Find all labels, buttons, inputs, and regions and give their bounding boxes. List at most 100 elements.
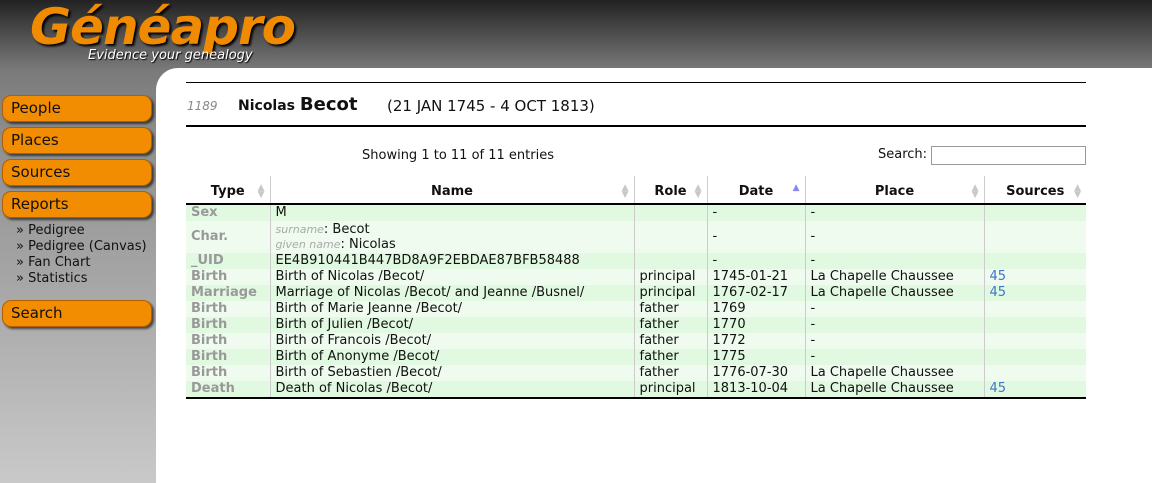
- cell-source: 45: [983, 381, 1086, 399]
- cell-type: Birth: [186, 269, 270, 285]
- cell-name: M: [269, 204, 634, 221]
- source-link[interactable]: 45: [990, 285, 1007, 300]
- cell-place: La Chapelle Chaussee: [804, 269, 984, 285]
- table-row: Birth Birth of Marie Jeanne /Becot/ fath…: [186, 301, 1086, 317]
- submenu-pedigree[interactable]: » Pedigree: [16, 223, 147, 239]
- cell-name: surname: Becot given name: Nicolas: [269, 221, 634, 253]
- cell-type: Birth: [186, 333, 270, 349]
- person-given-name: Nicolas: [238, 98, 296, 114]
- cell-type: Birth: [186, 317, 270, 333]
- site-header: Généapro Evidence your genealogy: [0, 0, 1152, 70]
- cell-name: Birth of Nicolas /Becot/: [269, 269, 634, 285]
- source-link[interactable]: 45: [990, 381, 1007, 396]
- table-search: Search:: [878, 146, 1086, 165]
- cell-date: -: [706, 221, 805, 253]
- submenu-pedigree-canvas[interactable]: » Pedigree (Canvas): [16, 239, 147, 255]
- cell-date: -: [706, 204, 805, 221]
- nav-reports-button[interactable]: Reports: [2, 191, 152, 218]
- table-row: Marriage Marriage of Nicolas /Becot/ and…: [186, 285, 1086, 301]
- column-header-type[interactable]: Type ▲ ▼: [186, 176, 270, 205]
- column-header-sources[interactable]: Sources ▲ ▼: [983, 176, 1086, 205]
- cell-role: principal: [633, 285, 707, 301]
- column-header-role[interactable]: Role ▲ ▼: [633, 176, 707, 205]
- cell-role: father: [633, 349, 707, 365]
- cell-name: Birth of Francois /Becot/: [269, 333, 634, 349]
- nav-places-button[interactable]: Places: [2, 127, 152, 154]
- source-link[interactable]: 45: [990, 269, 1007, 284]
- cell-date: 1767-02-17: [706, 285, 805, 301]
- cell-date: 1813-10-04: [706, 381, 805, 399]
- cell-source: [983, 221, 1086, 253]
- cell-date: -: [706, 253, 805, 269]
- cell-name: Birth of Anonyme /Becot/: [269, 349, 634, 365]
- cell-type: Marriage: [186, 285, 270, 301]
- person-surname: Becot: [299, 94, 358, 115]
- cell-source: 45: [983, 285, 1086, 301]
- cell-place: -: [804, 349, 984, 365]
- cell-type: Birth: [186, 349, 270, 365]
- cell-name: Birth of Julien /Becot/: [269, 317, 634, 333]
- cell-place: La Chapelle Chaussee: [804, 285, 984, 301]
- search-input[interactable]: [931, 146, 1086, 165]
- table-header-row: Type ▲ ▼ Name ▲ ▼ Role ▲ ▼ Date ▲ Place ▲ ▼ Sourc…: [186, 176, 1086, 205]
- cell-source: [983, 317, 1086, 333]
- nav-search-button[interactable]: Search: [2, 300, 152, 327]
- sort-icon: ▲ ▼: [257, 183, 265, 200]
- cell-source: [983, 253, 1086, 269]
- table-row: Death Death of Nicolas /Becot/ principal…: [186, 381, 1086, 399]
- nav-people-button[interactable]: People: [2, 95, 152, 122]
- cell-place: -: [804, 333, 984, 349]
- cell-name: Death of Nicolas /Becot/: [269, 381, 634, 399]
- column-header-date[interactable]: Date ▲: [706, 176, 805, 205]
- cell-type: _UID: [186, 253, 270, 269]
- cell-date: 1770: [706, 317, 805, 333]
- cell-name: EE4B910441B447BD8A9F2EBDAE87BFB58488: [269, 253, 634, 269]
- sort-ascending-icon: ▲: [792, 183, 800, 193]
- cell-source: [983, 365, 1086, 381]
- nav-sources-button[interactable]: Sources: [2, 159, 152, 186]
- char-surname: surname: Becot: [275, 222, 370, 237]
- person-id: 1189: [187, 99, 218, 113]
- cell-place: -: [804, 301, 984, 317]
- column-header-place[interactable]: Place ▲ ▼: [804, 176, 984, 205]
- reports-submenu: » Pedigree » Pedigree (Canvas) » Fan Cha…: [16, 223, 147, 287]
- cell-source: [983, 301, 1086, 317]
- submenu-fan-chart[interactable]: » Fan Chart: [16, 255, 147, 271]
- cell-date: 1772: [706, 333, 805, 349]
- cell-type: Birth: [186, 365, 270, 381]
- events-table: Type ▲ ▼ Name ▲ ▼ Role ▲ ▼ Date ▲ Place ▲ ▼ Sourc…: [186, 176, 1086, 399]
- submenu-statistics[interactable]: » Statistics: [16, 271, 147, 287]
- cell-source: 45: [983, 269, 1086, 285]
- cell-role: [633, 253, 707, 269]
- cell-type: Char.: [186, 221, 270, 253]
- cell-type: Death: [186, 381, 270, 399]
- table-info: Showing 1 to 11 of 11 entries: [362, 148, 554, 163]
- sort-icon: ▲ ▼: [621, 183, 629, 200]
- cell-place: -: [804, 253, 984, 269]
- cell-date: 1745-01-21: [706, 269, 805, 285]
- person-lifespan: (21 JAN 1745 - 4 OCT 1813): [387, 97, 595, 115]
- table-row: Birth Birth of Anonyme /Becot/ father 17…: [186, 349, 1086, 365]
- cell-role: principal: [633, 381, 707, 399]
- cell-name: Birth of Marie Jeanne /Becot/: [269, 301, 634, 317]
- table-row: _UID EE4B910441B447BD8A9F2EBDAE87BFB5848…: [186, 253, 1086, 269]
- cell-place: -: [804, 221, 984, 253]
- table-row: Birth Birth of Francois /Becot/ father 1…: [186, 333, 1086, 349]
- cell-role: [633, 204, 707, 221]
- cell-date: 1769: [706, 301, 805, 317]
- person-header: 1189 Nicolas Becot (21 JAN 1745 - 4 OCT …: [186, 82, 1086, 127]
- cell-name: Birth of Sebastien /Becot/: [269, 365, 634, 381]
- cell-role: father: [633, 301, 707, 317]
- cell-source: [983, 349, 1086, 365]
- table-row: Birth Birth of Sebastien /Becot/ father …: [186, 365, 1086, 381]
- cell-name: Marriage of Nicolas /Becot/ and Jeanne /…: [269, 285, 634, 301]
- cell-role: father: [633, 365, 707, 381]
- cell-role: father: [633, 333, 707, 349]
- cell-role: father: [633, 317, 707, 333]
- site-tagline: Evidence your genealogy: [88, 48, 253, 63]
- table-row: Char. surname: Becot given name: Nicolas…: [186, 221, 1086, 253]
- column-header-name[interactable]: Name ▲ ▼: [269, 176, 634, 205]
- sort-icon: ▲ ▼: [971, 183, 979, 200]
- table-row: Birth Birth of Nicolas /Becot/ principal…: [186, 269, 1086, 285]
- table-row: Birth Birth of Julien /Becot/ father 177…: [186, 317, 1086, 333]
